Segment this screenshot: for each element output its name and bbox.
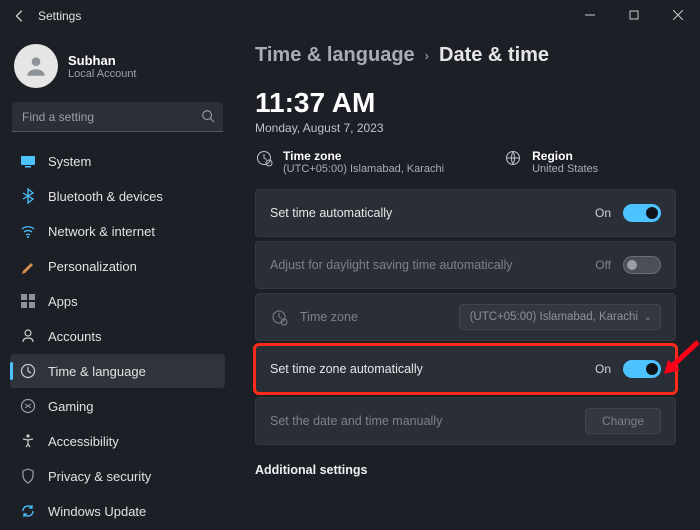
current-date: Monday, August 7, 2023: [255, 121, 676, 135]
close-button[interactable]: [656, 0, 700, 30]
nav-privacy[interactable]: Privacy & security: [10, 459, 225, 493]
bluetooth-icon: [20, 188, 36, 204]
nav-time-language[interactable]: Time & language: [10, 354, 225, 388]
search-input[interactable]: [12, 102, 223, 132]
system-icon: [20, 153, 36, 169]
nav-label: Network & internet: [48, 224, 155, 239]
timezone-row-icon: [270, 308, 288, 326]
gaming-icon: [20, 398, 36, 414]
toggle-dst-auto: [623, 256, 661, 274]
toggle-set-time-auto[interactable]: [623, 204, 661, 222]
maximize-button[interactable]: [612, 0, 656, 30]
nav-label: Bluetooth & devices: [48, 189, 163, 204]
card-time-zone: Time zone (UTC+05:00) Islamabad, Karachi…: [255, 293, 676, 341]
sidebar: Subhan Local Account System Bluetooth & …: [0, 32, 235, 530]
nav-label: Accounts: [48, 329, 101, 344]
breadcrumb-root[interactable]: Time & language: [255, 44, 415, 67]
card-set-tz-auto: Set time zone automatically On: [255, 345, 676, 393]
main-content: Time & language › Date & time 11:37 AM M…: [235, 32, 700, 530]
privacy-icon: [20, 468, 36, 484]
breadcrumb: Time & language › Date & time: [255, 44, 676, 67]
toggle-state: On: [595, 362, 611, 376]
card-label: Time zone: [300, 310, 358, 324]
apps-icon: [20, 293, 36, 309]
region-label: Region: [532, 149, 598, 163]
minimize-button[interactable]: [568, 0, 612, 30]
network-icon: [20, 223, 36, 239]
additional-settings-header: Additional settings: [255, 463, 676, 477]
nav-bluetooth[interactable]: Bluetooth & devices: [10, 179, 225, 213]
card-set-manual: Set the date and time manually Change: [255, 397, 676, 445]
nav-label: Personalization: [48, 259, 137, 274]
nav-label: Apps: [48, 294, 78, 309]
nav-system[interactable]: System: [10, 144, 225, 178]
user-profile[interactable]: Subhan Local Account: [10, 40, 225, 102]
region-value: United States: [532, 163, 598, 175]
timezone-value: (UTC+05:00) Islamabad, Karachi: [283, 163, 444, 175]
timezone-icon: [255, 149, 273, 175]
window-title: Settings: [38, 9, 81, 23]
search-icon: [201, 109, 215, 123]
card-label: Set the date and time manually: [270, 414, 442, 428]
region-icon: [504, 149, 522, 175]
nav-apps[interactable]: Apps: [10, 284, 225, 318]
nav-windows-update[interactable]: Windows Update: [10, 494, 225, 528]
nav-accessibility[interactable]: Accessibility: [10, 424, 225, 458]
nav-personalization[interactable]: Personalization: [10, 249, 225, 283]
change-button: Change: [585, 408, 661, 434]
chevron-right-icon: ›: [425, 48, 429, 63]
card-label: Set time zone automatically: [270, 362, 423, 376]
nav-label: System: [48, 154, 91, 169]
user-name: Subhan: [68, 53, 137, 68]
nav-label: Time & language: [48, 364, 146, 379]
avatar: [14, 44, 58, 88]
nav-label: Gaming: [48, 399, 94, 414]
timezone-label: Time zone: [283, 149, 444, 163]
card-label: Adjust for daylight saving time automati…: [270, 258, 512, 272]
annotation-arrow: [658, 338, 700, 380]
toggle-state: Off: [595, 258, 611, 272]
card-dst-auto: Adjust for daylight saving time automati…: [255, 241, 676, 289]
timezone-dropdown: (UTC+05:00) Islamabad, Karachi ⌄: [459, 304, 661, 330]
user-subtitle: Local Account: [68, 68, 137, 80]
personalization-icon: [20, 258, 36, 274]
current-time: 11:37 AM: [255, 87, 676, 119]
chevron-down-icon: ⌄: [644, 312, 652, 323]
accessibility-icon: [20, 433, 36, 449]
nav-label: Windows Update: [48, 504, 146, 519]
nav-label: Privacy & security: [48, 469, 151, 484]
toggle-state: On: [595, 206, 611, 220]
back-button[interactable]: [6, 2, 34, 30]
nav-list: System Bluetooth & devices Network & int…: [10, 144, 225, 528]
breadcrumb-leaf: Date & time: [439, 44, 549, 67]
nav-label: Accessibility: [48, 434, 119, 449]
nav-accounts[interactable]: Accounts: [10, 319, 225, 353]
timezone-selected: (UTC+05:00) Islamabad, Karachi: [470, 311, 638, 323]
nav-network[interactable]: Network & internet: [10, 214, 225, 248]
card-set-time-auto: Set time automatically On: [255, 189, 676, 237]
card-label: Set time automatically: [270, 206, 392, 220]
time-language-icon: [20, 363, 36, 379]
accounts-icon: [20, 328, 36, 344]
nav-gaming[interactable]: Gaming: [10, 389, 225, 423]
update-icon: [20, 503, 36, 519]
toggle-set-tz-auto[interactable]: [623, 360, 661, 378]
